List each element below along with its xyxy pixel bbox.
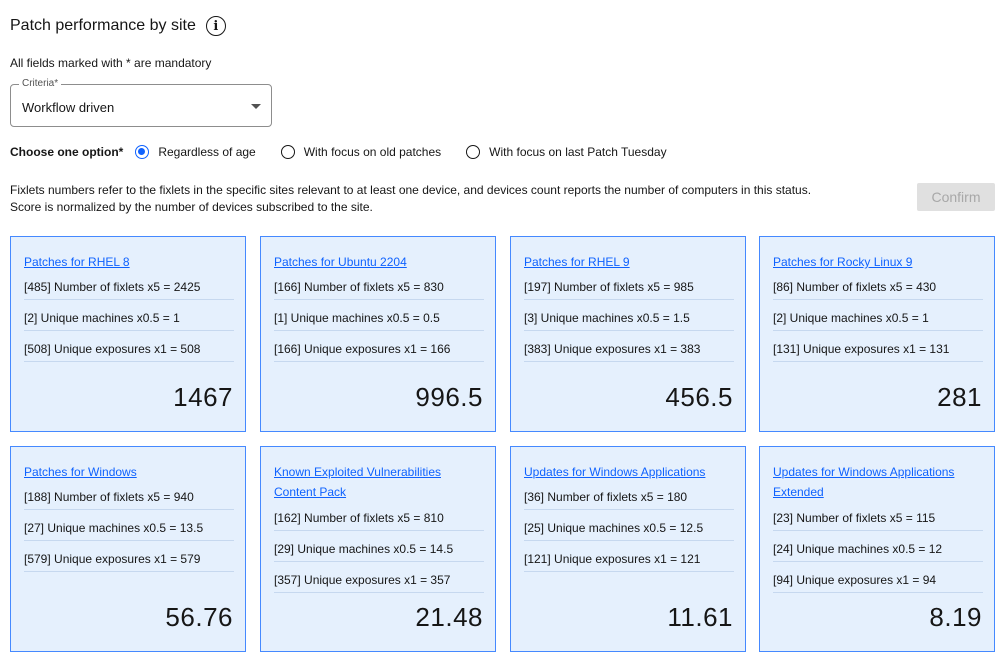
site-card: Patches for Rocky Linux 9 [86] Number of…	[759, 236, 995, 432]
radio-selected-icon	[135, 145, 150, 159]
fixlets-metric: [188] Number of fixlets x5 = 940	[24, 485, 234, 510]
site-link[interactable]: Patches for RHEL 8	[24, 252, 234, 272]
fixlets-metric: [36] Number of fixlets x5 = 180	[524, 485, 734, 510]
exposures-metric: [94] Unique exposures x1 = 94	[773, 568, 983, 593]
fixlets-metric: [485] Number of fixlets x5 = 2425	[24, 275, 234, 300]
criteria-value: Workflow driven	[22, 100, 115, 115]
radio-unselected-icon	[466, 145, 481, 159]
site-score: 8.19	[929, 602, 982, 632]
fixlets-metric: [86] Number of fixlets x5 = 430	[773, 275, 983, 300]
site-card: Known Exploited Vulnerabilities Content …	[260, 446, 496, 652]
option-group: Choose one option* Regardless of age Wit…	[10, 143, 692, 161]
info-icon[interactable]: i	[205, 16, 226, 36]
machines-metric: [29] Unique machines x0.5 = 14.5	[274, 537, 484, 562]
site-link[interactable]: Patches for Rocky Linux 9	[773, 252, 983, 272]
criteria-label: Criteria*	[19, 78, 62, 89]
radio-old-patches[interactable]: With focus on old patches	[280, 145, 442, 159]
option-label: Choose one option*	[10, 145, 124, 159]
confirm-button[interactable]: Confirm	[917, 183, 995, 211]
site-score: 1467	[173, 382, 233, 412]
radio-unselected-icon	[280, 145, 295, 159]
fixlets-metric: [23] Number of fixlets x5 = 115	[773, 506, 983, 531]
site-link[interactable]: Updates for Windows Applications Extende…	[773, 462, 983, 502]
machines-metric: [3] Unique machines x0.5 = 1.5	[524, 306, 734, 331]
machines-metric: [27] Unique machines x0.5 = 13.5	[24, 516, 234, 541]
fixlets-metric: [197] Number of fixlets x5 = 985	[524, 275, 734, 300]
exposures-metric: [579] Unique exposures x1 = 579	[24, 547, 234, 572]
description: Fixlets numbers refer to the fixlets in …	[10, 182, 811, 216]
radio-last-patch-tuesday[interactable]: With focus on last Patch Tuesday	[466, 145, 667, 159]
site-score: 21.48	[415, 602, 483, 632]
site-score: 281	[937, 382, 982, 412]
page-title: Patch performance by site i	[10, 16, 226, 36]
machines-metric: [25] Unique machines x0.5 = 12.5	[524, 516, 734, 541]
site-link[interactable]: Known Exploited Vulnerabilities Content …	[274, 462, 484, 502]
machines-metric: [2] Unique machines x0.5 = 1	[773, 306, 983, 331]
chevron-down-icon	[251, 104, 261, 109]
site-score: 11.61	[667, 602, 733, 632]
site-card: Patches for Ubuntu 2204 [166] Number of …	[260, 236, 496, 432]
site-card: Patches for RHEL 9 [197] Number of fixle…	[510, 236, 746, 432]
fixlets-metric: [162] Number of fixlets x5 = 810	[274, 506, 484, 531]
radio-label: With focus on last Patch Tuesday	[489, 145, 667, 159]
radio-regardless-of-age[interactable]: Regardless of age	[135, 145, 256, 159]
radio-label: With focus on old patches	[303, 145, 442, 159]
site-link[interactable]: Updates for Windows Applications	[524, 462, 734, 482]
description-line: Fixlets numbers refer to the fixlets in …	[10, 183, 812, 197]
site-score: 996.5	[415, 382, 483, 412]
exposures-metric: [357] Unique exposures x1 = 357	[274, 568, 484, 593]
machines-metric: [1] Unique machines x0.5 = 0.5	[274, 306, 484, 331]
site-score: 56.76	[165, 602, 233, 632]
site-link[interactable]: Patches for Windows	[24, 462, 234, 482]
site-link[interactable]: Patches for Ubuntu 2204	[274, 252, 484, 272]
description-line: Score is normalized by the number of dev…	[10, 200, 373, 214]
radio-label: Regardless of age	[158, 145, 256, 159]
criteria-dropdown[interactable]: Criteria* Workflow driven	[10, 78, 272, 127]
exposures-metric: [166] Unique exposures x1 = 166	[274, 337, 484, 362]
mandatory-note: All fields marked with * are mandatory	[10, 56, 212, 70]
site-card: Updates for Windows Applications [36] Nu…	[510, 446, 746, 652]
exposures-metric: [383] Unique exposures x1 = 383	[524, 337, 734, 362]
exposures-metric: [121] Unique exposures x1 = 121	[524, 547, 734, 572]
machines-metric: [2] Unique machines x0.5 = 1	[24, 306, 234, 331]
machines-metric: [24] Unique machines x0.5 = 12	[773, 537, 983, 562]
page-title-text: Patch performance by site	[10, 17, 196, 34]
site-link[interactable]: Patches for RHEL 9	[524, 252, 734, 272]
site-score: 456.5	[665, 382, 733, 412]
site-card: Patches for RHEL 8 [485] Number of fixle…	[10, 236, 246, 432]
exposures-metric: [508] Unique exposures x1 = 508	[24, 337, 234, 362]
site-card: Updates for Windows Applications Extende…	[759, 446, 995, 652]
fixlets-metric: [166] Number of fixlets x5 = 830	[274, 275, 484, 300]
site-card: Patches for Windows [188] Number of fixl…	[10, 446, 246, 652]
exposures-metric: [131] Unique exposures x1 = 131	[773, 337, 983, 362]
